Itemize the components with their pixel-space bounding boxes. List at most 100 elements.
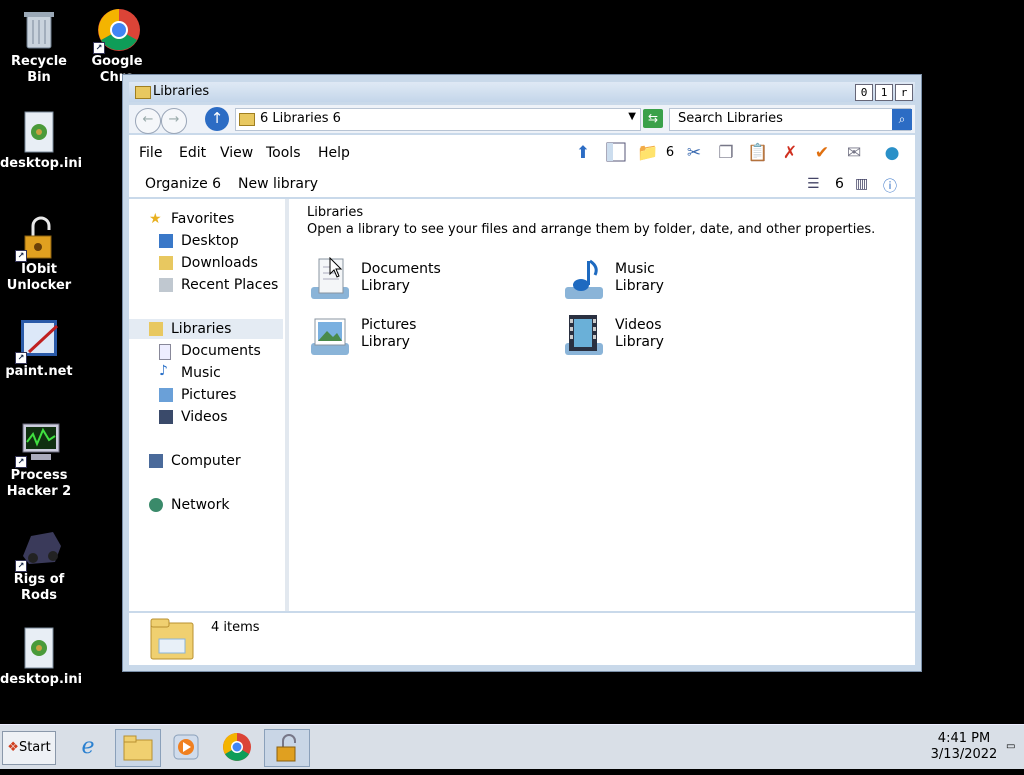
preview-pane-icon[interactable] <box>605 142 627 164</box>
checkmark-icon[interactable]: ✔ <box>811 142 833 164</box>
nav-videos[interactable]: Videos <box>181 409 228 425</box>
library-pictures[interactable]: Pictures Library <box>307 313 547 365</box>
desktop-icon-label: Process Hacker 2 <box>6 468 72 499</box>
desktop-icon-paint-net[interactable]: ↗ paint.net <box>0 318 78 380</box>
windows-logo-icon: ❖ <box>7 740 19 755</box>
library-name: Documents <box>361 261 441 277</box>
delete-icon[interactable]: ✗ <box>779 142 801 164</box>
scissors-icon[interactable]: ✂ <box>683 142 705 164</box>
menu-tools[interactable]: Tools <box>266 145 301 161</box>
command-bar: Organize 6 New library ☰ 6 ▥ ⓘ <box>129 169 915 197</box>
desktop-icon-label: desktop.ini <box>0 156 83 171</box>
navigation-pane: ★ Favorites Desktop Downloads Recent Pla… <box>129 199 285 611</box>
shortcut-arrow-icon: ↗ <box>15 352 27 364</box>
library-sub: Library <box>361 334 410 350</box>
chrome-icon[interactable] <box>215 729 259 765</box>
desktop-icon-recycle-bin[interactable]: Recycle Bin <box>0 8 78 86</box>
menu-view[interactable]: View <box>220 145 253 161</box>
properties-icon[interactable]: ✉ <box>843 142 865 164</box>
padlock-icon <box>276 734 296 762</box>
back-button[interactable]: ← <box>135 108 161 134</box>
desktop-icon-iobit-unlocker[interactable]: ↗ IObit Unlocker <box>0 216 78 294</box>
iobit-unlocker-taskbar-button[interactable] <box>264 729 310 767</box>
chevron-down-icon[interactable]: ▼ <box>628 111 636 122</box>
new-library-button[interactable]: New library <box>238 176 318 192</box>
content-description: Open a library to see your files and arr… <box>307 222 876 237</box>
address-bar-row: ← → ↑ 6 Libraries 6 ▼ ⇆ Search Libraries… <box>129 105 915 134</box>
shortcut-arrow-icon: ↗ <box>15 250 27 262</box>
address-bar[interactable]: 6 Libraries 6 ▼ <box>235 108 641 131</box>
search-icon[interactable]: ⌕ <box>892 109 912 130</box>
nav-music[interactable]: Music <box>181 365 221 381</box>
nav-computer[interactable]: Computer <box>171 453 241 469</box>
computer-icon <box>149 454 163 468</box>
system-clock[interactable]: 4:41 PM 3/13/2022 <box>926 731 1002 763</box>
library-sub: Library <box>615 334 664 350</box>
menu-bar: File Edit View Tools Help ⬆ 📁 6 ✂ ❐ 📋 ✗ … <box>129 135 915 169</box>
refresh-button[interactable]: ⇆ <box>643 109 663 128</box>
menu-help[interactable]: Help <box>318 145 350 161</box>
menu-file[interactable]: File <box>139 145 162 161</box>
start-button[interactable]: ❖Start <box>2 731 56 765</box>
libraries-icon <box>149 322 163 336</box>
desktop-icon-label: desktop.ini <box>0 672 83 687</box>
clipboard-icon[interactable]: 📋 <box>747 142 769 164</box>
nav-pictures[interactable]: Pictures <box>181 387 236 403</box>
preview-pane-icon[interactable]: ▥ <box>855 176 868 192</box>
desktop-icon-label: Rigs of Rods <box>13 572 65 603</box>
rigs-of-rods-icon: ↗ <box>15 526 61 572</box>
clock-date: 3/13/2022 <box>930 747 998 762</box>
document-icon <box>159 344 171 360</box>
folder-check-icon[interactable]: 📁 <box>637 142 659 164</box>
library-documents[interactable]: Documents Library <box>307 257 547 309</box>
library-sub: Library <box>615 278 664 294</box>
nav-network[interactable]: Network <box>171 497 229 513</box>
up-arrow-icon[interactable]: ⬆ <box>572 142 594 164</box>
explorer-taskbar-button[interactable] <box>115 729 161 767</box>
desktop-icon-label: IObit Unlocker <box>6 262 72 293</box>
taskbar: ❖Start ℯ 4:41 PM 3/13/2022 ▭ <box>0 724 1024 769</box>
desktop-icon-process-hacker[interactable]: ↗ Process Hacker 2 <box>0 422 78 500</box>
internet-explorer-icon[interactable]: ℯ <box>66 729 110 765</box>
videos-library-icon <box>565 315 603 355</box>
forward-button[interactable]: → <box>161 108 187 134</box>
desktop-icon-rigs-of-rods[interactable]: ↗ Rigs of Rods <box>0 526 78 604</box>
nav-libraries[interactable]: Libraries <box>171 321 231 337</box>
nav-documents[interactable]: Documents <box>181 343 261 359</box>
show-desktop-icon[interactable]: ▭ <box>1006 741 1015 752</box>
search-input[interactable]: Search Libraries ⌕ <box>669 108 912 131</box>
shell-icon[interactable]: ● <box>881 142 903 164</box>
view-options-icon[interactable]: ☰ <box>807 176 820 192</box>
shortcut-arrow-icon: ↗ <box>93 42 105 54</box>
folder-icon <box>135 86 151 99</box>
library-name: Pictures <box>361 317 417 333</box>
media-player-icon[interactable] <box>164 729 208 765</box>
process-hacker-icon: ↗ <box>15 422 60 468</box>
nav-recent-places[interactable]: Recent Places <box>181 277 278 293</box>
library-sub: Library <box>361 278 410 294</box>
view-count: 6 <box>835 176 844 192</box>
window-title: Libraries <box>153 84 210 99</box>
desktop-icon-desktop-ini-2[interactable]: desktop.ini <box>0 626 83 688</box>
shortcut-arrow-icon: ↗ <box>15 456 27 468</box>
folder-library-icon <box>150 618 194 660</box>
copy-icon[interactable]: ❐ <box>715 142 737 164</box>
desktop-icon-label: Recycle Bin <box>11 54 67 85</box>
organize-button[interactable]: Organize 6 <box>145 176 221 192</box>
nav-downloads[interactable]: Downloads <box>181 255 258 271</box>
nav-desktop[interactable]: Desktop <box>181 233 239 249</box>
library-music[interactable]: Music Library <box>561 257 801 309</box>
content-pane: Libraries Open a library to see your fil… <box>289 199 915 611</box>
close-button[interactable]: r <box>895 84 913 101</box>
up-button[interactable]: ↑ <box>205 107 229 131</box>
help-icon[interactable]: ⓘ <box>883 176 897 196</box>
library-videos[interactable]: Videos Library <box>561 313 801 365</box>
menu-edit[interactable]: Edit <box>179 145 206 161</box>
details-pane: 4 items <box>129 613 915 665</box>
maximize-button[interactable]: 1 <box>875 84 893 101</box>
nav-favorites[interactable]: Favorites <box>171 211 234 227</box>
title-bar[interactable]: Libraries 0 1 r <box>129 82 915 102</box>
minimize-button[interactable]: 0 <box>855 84 873 101</box>
desktop-icon-desktop-ini[interactable]: desktop.ini <box>0 110 83 172</box>
clock-time: 4:41 PM <box>937 731 991 746</box>
